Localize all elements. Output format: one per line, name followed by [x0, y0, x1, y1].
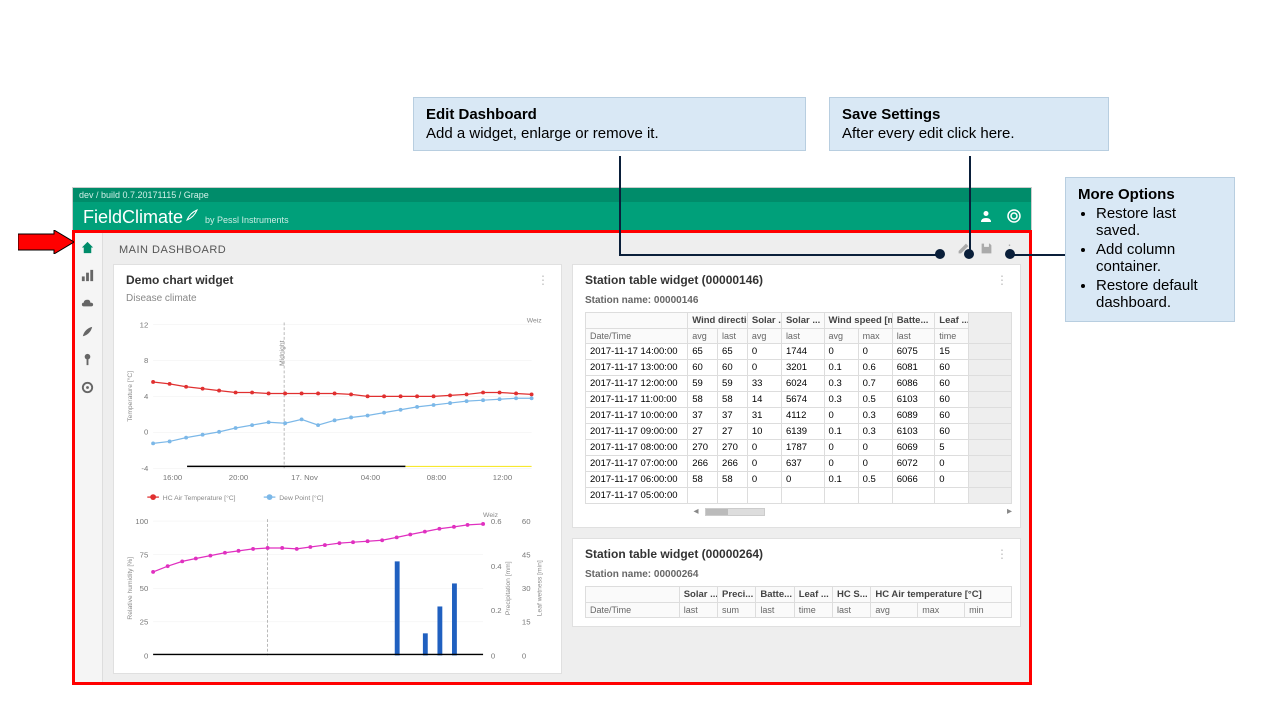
svg-text:0.4: 0.4: [491, 562, 502, 571]
svg-text:75: 75: [140, 551, 149, 560]
svg-text:30: 30: [522, 584, 531, 593]
station-name: Station name: 00000264: [573, 565, 1020, 586]
svg-text:12:00: 12:00: [493, 473, 512, 482]
widget-menu-icon[interactable]: ⋮: [537, 273, 549, 287]
station-table-widget-2: Station table widget (00000264) ⋮ Statio…: [572, 538, 1021, 627]
callout-item: Restore default dashboard.: [1096, 277, 1222, 311]
table-row: 2017-11-17 12:00:0059593360240.30.760866…: [586, 376, 1012, 392]
svg-text:Relative humidity [%]: Relative humidity [%]: [127, 557, 134, 620]
svg-text:Midnight: Midnight: [279, 340, 286, 365]
svg-text:Precipitation [mm]: Precipitation [mm]: [505, 561, 512, 615]
sidebar-settings[interactable]: [77, 376, 99, 398]
main-content: MAIN DASHBOARD ⋮ Demo chart widget ⋮ Dis: [103, 232, 1031, 685]
svg-text:12: 12: [140, 320, 149, 329]
fieldclimate-app: dev / build 0.7.20171115 / Grape FieldCl…: [72, 187, 1032, 685]
table-row: 2017-11-17 06:00:005858000.10.560660: [586, 472, 1012, 488]
svg-text:16:00: 16:00: [163, 473, 182, 482]
table-row: 2017-11-17 07:00:0026626606370060720: [586, 456, 1012, 472]
svg-text:Dew Point [°C]: Dew Point [°C]: [279, 494, 323, 502]
leaf-icon: [184, 207, 200, 228]
svg-text:0.2: 0.2: [491, 606, 502, 615]
svg-text:Weiz: Weiz: [527, 318, 543, 325]
table-row: 2017-11-17 11:00:0058581456740.30.561036…: [586, 392, 1012, 408]
svg-text:100: 100: [135, 517, 148, 526]
save-settings-button[interactable]: [980, 242, 993, 258]
svg-text:20:00: 20:00: [229, 473, 248, 482]
sidebar-tool[interactable]: [77, 348, 99, 370]
widget-subtitle: Disease climate: [114, 291, 561, 310]
demo-chart-widget: Demo chart widget ⋮ Disease climate Weiz: [113, 264, 562, 674]
widget-title: Station table widget (00000264): [585, 547, 763, 561]
callout-title: More Options: [1078, 186, 1222, 203]
callout-title: Save Settings: [842, 106, 1096, 123]
horizontal-scrollbar[interactable]: ◂ ▸: [585, 504, 1012, 519]
svg-text:0: 0: [491, 651, 495, 660]
svg-text:50: 50: [140, 584, 149, 593]
logo-sub: by Pessl Instruments: [205, 215, 289, 225]
callout-item: Add column container.: [1096, 241, 1222, 275]
svg-text:45: 45: [522, 551, 531, 560]
callout-text: Add a widget, enlarge or remove it.: [426, 125, 793, 142]
xaxis-top: 16:00 20:00 17. Nov 04:00 08:00 12:00: [163, 473, 512, 482]
sidebar-home[interactable]: [77, 236, 99, 258]
table-row: 2017-11-17 05:00:00: [586, 488, 1012, 504]
callout-save-settings: Save Settings After every edit click her…: [829, 97, 1109, 151]
svg-text:0.6: 0.6: [491, 517, 502, 526]
widget-menu-icon[interactable]: ⋮: [996, 273, 1008, 287]
data-table: Wind direction [... Solar ... Solar ... …: [585, 312, 1012, 504]
table-row: 2017-11-17 08:00:00270270017870060695: [586, 440, 1012, 456]
svg-text:4: 4: [144, 392, 149, 401]
svg-text:0: 0: [144, 651, 148, 660]
widget-title: Demo chart widget: [126, 273, 233, 287]
svg-text:25: 25: [140, 618, 149, 627]
sidebar-leaf[interactable]: [77, 320, 99, 342]
sidebar-cloud[interactable]: [77, 292, 99, 314]
svg-text:Leaf wetness [min]: Leaf wetness [min]: [536, 560, 543, 616]
svg-text:15: 15: [522, 618, 531, 627]
svg-text:08:00: 08:00: [427, 473, 446, 482]
widget-menu-icon[interactable]: ⋮: [996, 547, 1008, 561]
dashboard-title: MAIN DASHBOARD: [119, 244, 226, 256]
callout-list: Restore last saved. Add column container…: [1078, 205, 1222, 311]
svg-text:04:00: 04:00: [361, 473, 380, 482]
widget-title: Station table widget (00000146): [585, 273, 763, 287]
svg-text:0: 0: [144, 428, 148, 437]
svg-text:Temperature [°C]: Temperature [°C]: [126, 371, 134, 422]
svg-text:17. Nov: 17. Nov: [291, 473, 318, 482]
svg-text:HC Air Temperature [°C]: HC Air Temperature [°C]: [163, 494, 236, 502]
callout-text: After every edit click here.: [842, 125, 1096, 142]
table-row: 2017-11-17 13:00:006060032010.10.6608160: [586, 360, 1012, 376]
logo-text: FieldClimate: [83, 207, 183, 228]
callout-edit-dashboard: Edit Dashboard Add a widget, enlarge or …: [413, 97, 806, 151]
sidebar: [73, 232, 103, 685]
table-row: 2017-11-17 14:00:0065650174400607515: [586, 344, 1012, 360]
broadcast-icon[interactable]: [1007, 209, 1021, 226]
build-strip: dev / build 0.7.20171115 / Grape: [73, 188, 1031, 202]
callout-item: Restore last saved.: [1096, 205, 1222, 239]
chart-canvas: Weiz -4 0 4 8: [124, 310, 551, 665]
red-arrow-indicator: [18, 230, 74, 254]
app-header: FieldClimate by Pessl Instruments: [73, 202, 1031, 232]
svg-text:0: 0: [522, 651, 526, 660]
svg-text:-4: -4: [141, 464, 149, 473]
table-row: 2017-11-17 09:00:0027271061390.10.361036…: [586, 424, 1012, 440]
data-table: Solar ... Preci... Batte... Leaf ... HC …: [585, 586, 1012, 618]
sidebar-data[interactable]: [77, 264, 99, 286]
svg-text:8: 8: [144, 356, 148, 365]
callout-more-options: More Options Restore last saved. Add col…: [1065, 177, 1235, 322]
user-icon[interactable]: [979, 209, 993, 226]
app-logo: FieldClimate by Pessl Instruments: [83, 207, 289, 228]
svg-text:60: 60: [522, 517, 531, 526]
callout-title: Edit Dashboard: [426, 106, 793, 123]
station-table-widget-1: Station table widget (00000146) ⋮ Statio…: [572, 264, 1021, 528]
station-name: Station name: 00000146: [573, 291, 1020, 312]
table-row: 2017-11-17 10:00:00373731411200.3608960: [586, 408, 1012, 424]
